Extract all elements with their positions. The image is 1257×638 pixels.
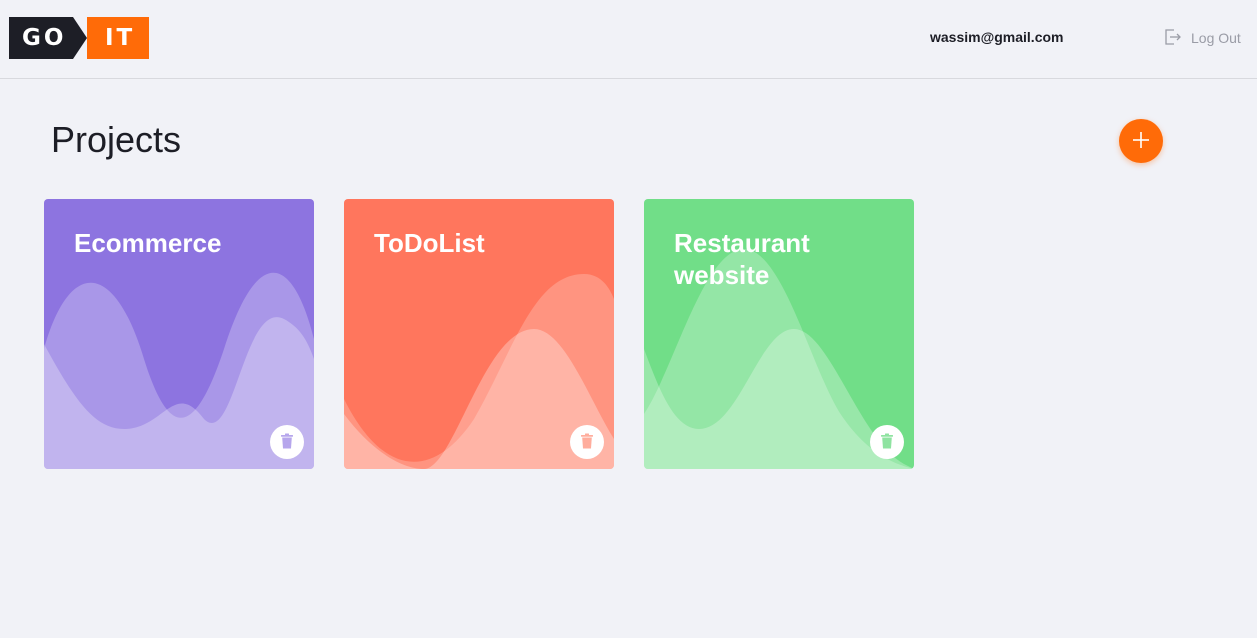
project-title: Ecommerce bbox=[74, 228, 222, 258]
header: GO IT wassim@gmail.com Log Out bbox=[0, 0, 1257, 79]
logout-icon bbox=[1162, 27, 1182, 50]
logo-left: GO bbox=[9, 17, 87, 59]
project-card-restaurant-website[interactable]: Restaurant website bbox=[644, 199, 914, 469]
user-email: wassim@gmail.com bbox=[930, 29, 1064, 45]
project-card-ecommerce[interactable]: Ecommerce bbox=[44, 199, 314, 469]
logo-right: IT bbox=[87, 17, 149, 59]
goit-logo[interactable]: GO IT bbox=[9, 17, 149, 59]
trash-icon bbox=[278, 432, 296, 453]
project-card-todolist[interactable]: ToDoList bbox=[344, 199, 614, 469]
delete-project-button[interactable] bbox=[870, 425, 904, 459]
project-title: ToDoList bbox=[374, 228, 485, 258]
logout-button[interactable]: Log Out bbox=[1162, 27, 1241, 49]
trash-icon bbox=[878, 432, 896, 453]
logout-label: Log Out bbox=[1191, 30, 1241, 46]
add-project-button[interactable] bbox=[1119, 119, 1163, 163]
page-title: Projects bbox=[51, 119, 182, 160]
project-title: Restaurant website bbox=[674, 228, 810, 290]
trash-icon bbox=[578, 432, 596, 453]
delete-project-button[interactable] bbox=[570, 425, 604, 459]
delete-project-button[interactable] bbox=[270, 425, 304, 459]
plus-icon bbox=[1131, 130, 1151, 153]
